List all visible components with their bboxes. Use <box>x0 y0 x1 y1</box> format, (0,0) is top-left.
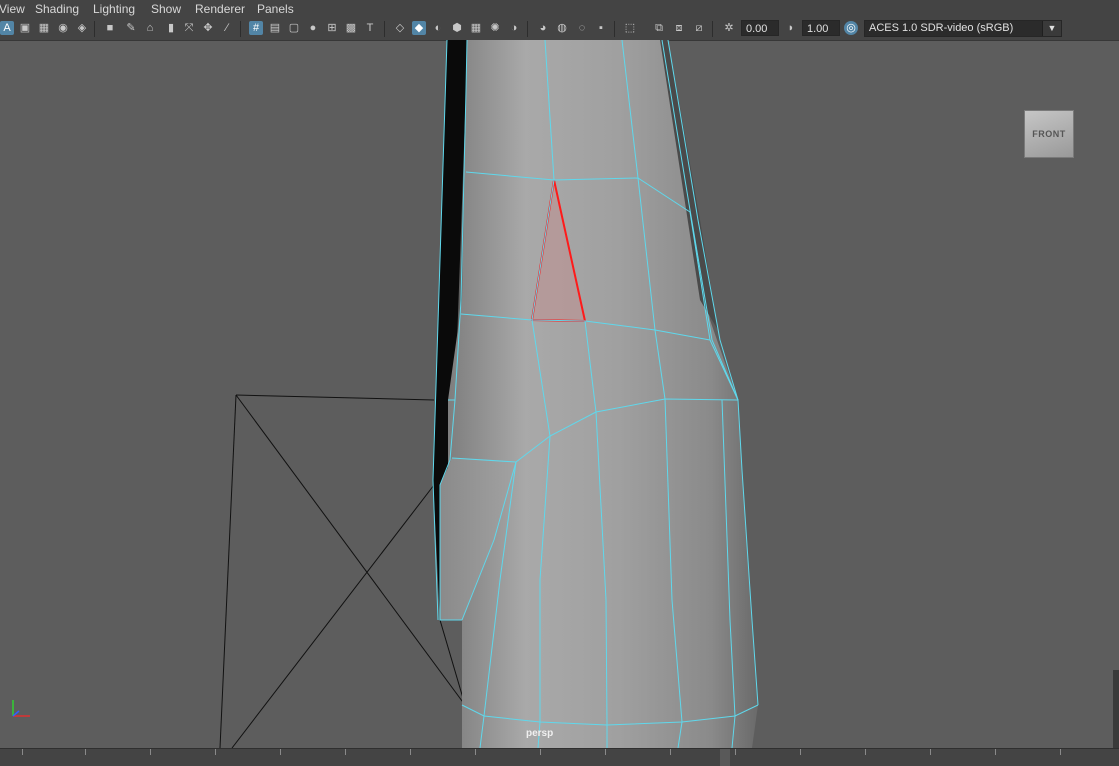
ruler-tick <box>735 749 736 755</box>
move-tool-icon[interactable]: ✥ <box>201 21 215 35</box>
toolbar-separator <box>384 21 385 37</box>
ruler-tick <box>930 749 931 755</box>
use-all-lights-icon[interactable]: ✺ <box>488 21 502 35</box>
wireframe-on-shaded-icon[interactable]: ◐ <box>431 21 445 35</box>
resolution-gate-icon[interactable]: ▢ <box>287 21 301 35</box>
gamma-field[interactable]: 1.00 <box>802 20 840 36</box>
toolbar-separator <box>712 21 713 37</box>
exposure-field[interactable]: 0.00 <box>741 20 779 36</box>
viewport-persp[interactable]: FRONT <box>0 40 1119 755</box>
pivot-icon[interactable]: ⤧ <box>182 21 196 35</box>
paint-icon[interactable]: ∕ <box>220 21 234 35</box>
menu-view[interactable]: View <box>0 0 25 18</box>
anti-aliasing-icon[interactable]: ◌ <box>575 21 589 35</box>
bookmark-icon[interactable]: ▮ <box>164 21 178 35</box>
menu-lighting[interactable]: Lighting <box>93 0 135 18</box>
ruler-tick <box>410 749 411 755</box>
ambient-occlusion-icon[interactable]: ◕ <box>536 21 550 35</box>
safe-action-icon[interactable]: ▩ <box>344 21 358 35</box>
xray-icon[interactable]: ⧉ <box>652 21 666 35</box>
chevron-down-icon[interactable]: ▼ <box>1042 21 1061 36</box>
ruler-tick <box>1060 749 1061 755</box>
exposure-icon[interactable]: ✲ <box>722 21 736 35</box>
xray-components-icon[interactable]: ⧄ <box>692 21 706 35</box>
ruler-tick <box>215 749 216 755</box>
view-cube[interactable]: FRONT <box>1024 110 1074 158</box>
motion-blur-icon[interactable]: ◍ <box>555 21 569 35</box>
toolbar-separator <box>614 21 615 37</box>
ruler-tick <box>995 749 996 755</box>
grid-icon[interactable]: # <box>249 21 263 35</box>
toolbar-separator <box>527 21 528 37</box>
ruler-tick <box>280 749 281 755</box>
camera-attributes-icon[interactable]: ▣ <box>18 21 32 35</box>
view-transform-value: ACES 1.0 SDR-video (sRGB) <box>869 22 1014 34</box>
depth-of-field-icon[interactable]: ▪ <box>594 21 608 35</box>
isolate-select-icon[interactable]: ⬚ <box>623 21 637 35</box>
gate-mask-icon[interactable]: ● <box>306 21 320 35</box>
view-transform-dropdown[interactable]: ACES 1.0 SDR-video (sRGB) ▼ <box>864 20 1062 37</box>
safe-title-icon[interactable]: T <box>363 21 377 35</box>
ruler-tick <box>345 749 346 755</box>
camera-name-label: persp <box>526 728 554 739</box>
current-time-marker[interactable] <box>720 749 730 766</box>
wireframe-icon[interactable]: ◇ <box>393 21 407 35</box>
checker-icon[interactable]: ▦ <box>469 21 483 35</box>
textures-icon[interactable]: ⬢ <box>450 21 464 35</box>
grease-pencil-icon[interactable]: ✎ <box>124 21 138 35</box>
ruler-tick <box>150 749 151 755</box>
shadows-icon[interactable]: ◑ <box>507 21 521 35</box>
camera-icon[interactable]: ⌂ <box>143 21 157 35</box>
camera-bookmarks-icon[interactable]: ◉ <box>56 21 70 35</box>
ruler-tick <box>85 749 86 755</box>
ruler-tick <box>865 749 866 755</box>
smooth-shade-icon[interactable]: ◆ <box>412 21 426 35</box>
menu-show[interactable]: Show <box>151 0 181 18</box>
select-camera-icon[interactable]: A <box>0 21 14 35</box>
color-management-icon[interactable]: ◎ <box>844 21 858 35</box>
locator-wireframe <box>219 394 466 748</box>
ruler-tick <box>670 749 671 755</box>
menu-panels[interactable]: Panels <box>257 0 294 18</box>
ruler-tick <box>22 749 23 755</box>
image-plane-icon[interactable]: ◈ <box>75 21 89 35</box>
viewport-side-handle[interactable] <box>1113 670 1119 755</box>
ruler-tick <box>475 749 476 755</box>
menu-shading[interactable]: Shading <box>35 0 79 18</box>
toolbar-separator <box>240 21 241 37</box>
ruler-tick <box>540 749 541 755</box>
mesh-body <box>448 40 758 748</box>
viewport-scene <box>12 40 759 748</box>
ruler-tick <box>605 749 606 755</box>
ruler-tick <box>800 749 801 755</box>
gamma-icon[interactable]: ◗ <box>784 21 798 35</box>
lock-camera-icon[interactable]: ▦ <box>37 21 51 35</box>
field-chart-icon[interactable]: ⊞ <box>325 21 339 35</box>
menu-renderer[interactable]: Renderer <box>195 0 245 18</box>
2d-pan-zoom-icon[interactable]: ■ <box>103 21 117 35</box>
time-slider[interactable] <box>0 748 1119 766</box>
xray-joints-icon[interactable]: ⧈ <box>672 21 686 35</box>
film-gate-icon[interactable]: ▤ <box>268 21 282 35</box>
toolbar-separator <box>94 21 95 37</box>
panel-menu-bar: View Shading Lighting Show Renderer Pane… <box>0 0 1119 18</box>
axis-gizmo <box>12 700 30 717</box>
